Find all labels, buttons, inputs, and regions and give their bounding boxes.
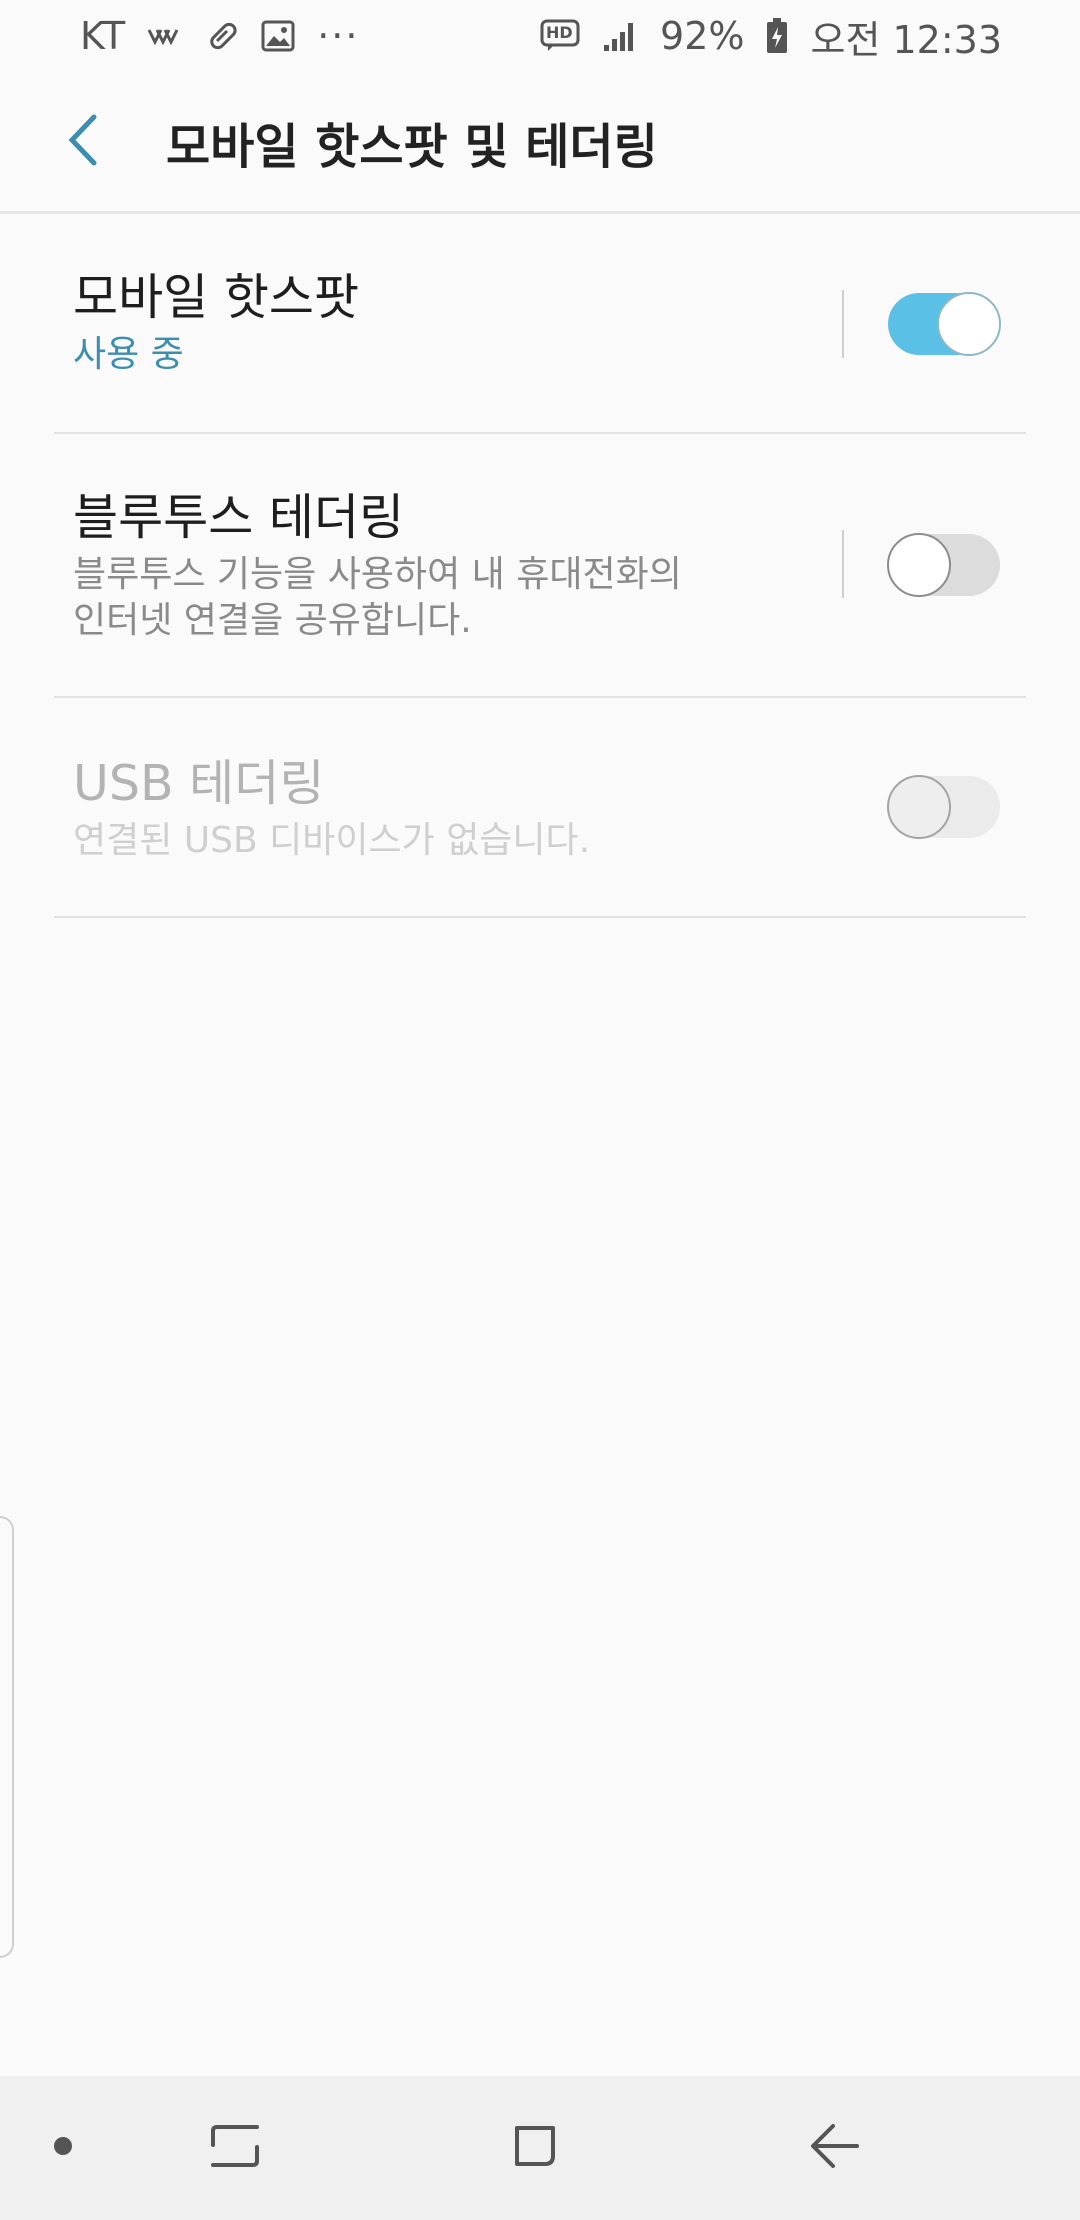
- home-button[interactable]: [480, 2076, 590, 2220]
- status-bar: KT ··· HD 92% 오전 12:33: [0, 0, 1080, 72]
- pill-icon: [205, 19, 239, 53]
- mobile-hotspot-status: 사용 중: [73, 334, 184, 375]
- edge-panel-handle[interactable]: [0, 1516, 14, 1958]
- navigation-bar: [0, 2076, 1080, 2220]
- recents-icon: [207, 2121, 263, 2175]
- wifi-calling-icon: [147, 26, 183, 46]
- status-right: HD 92% 오전 12:33: [540, 9, 1002, 64]
- bluetooth-tethering-toggle[interactable]: [887, 533, 1000, 597]
- usb-tethering-description: 연결된 USB 디바이스가 없습니다.: [73, 820, 591, 861]
- nav-dot-button[interactable]: [30, 2076, 96, 2220]
- row-divider: [842, 530, 844, 598]
- home-icon: [509, 2120, 561, 2176]
- bluetooth-tethering-description: 블루투스 기능을 사용하여 내 휴대전화의 인터넷 연결을 공유합니다.: [73, 552, 1026, 644]
- usb-tethering-row: USB 테더링 연결된 USB 디바이스가 없습니다.: [54, 698, 1026, 918]
- row-divider: [842, 290, 844, 358]
- recents-button[interactable]: [180, 2076, 290, 2220]
- app-bar: 모바일 핫스팟 및 테더링: [0, 72, 1080, 214]
- back-button[interactable]: [38, 97, 128, 187]
- mobile-hotspot-title: 모바일 핫스팟: [73, 269, 360, 326]
- chevron-left-icon: [66, 113, 100, 171]
- mobile-hotspot-row[interactable]: 모바일 핫스팟 사용 중: [54, 216, 1026, 434]
- back-nav-button[interactable]: [780, 2076, 890, 2220]
- back-icon: [807, 2120, 863, 2176]
- bluetooth-tethering-title: 블루투스 테더링: [73, 489, 405, 546]
- bluetooth-tethering-description-line2: 인터넷 연결을 공유합니다.: [73, 600, 472, 641]
- usb-tethering-toggle: [887, 775, 1000, 839]
- page-title: 모바일 핫스팟 및 테더링: [166, 118, 658, 175]
- carrier-label: KT: [80, 14, 126, 58]
- clock: 오전 12:33: [810, 17, 1002, 62]
- mobile-hotspot-toggle[interactable]: [888, 292, 1001, 356]
- status-left: KT ···: [80, 14, 359, 58]
- signal-icon: [602, 19, 638, 53]
- bluetooth-tethering-row[interactable]: 블루투스 테더링 블루투스 기능을 사용하여 내 휴대전화의 인터넷 연결을 공…: [54, 434, 1026, 698]
- usb-tethering-title: USB 테더링: [73, 755, 325, 812]
- battery-percent: 92%: [660, 14, 745, 58]
- hd-badge: HD: [546, 23, 573, 42]
- more-notifications: ···: [317, 14, 360, 58]
- dot-icon: [53, 2136, 73, 2160]
- hd-voice-icon: HD: [540, 19, 580, 53]
- bluetooth-tethering-description-line1: 블루투스 기능을 사용하여 내 휴대전화의: [73, 554, 682, 595]
- settings-list: 모바일 핫스팟 사용 중 블루투스 테더링 블루투스 기능을 사용하여 내 휴대…: [0, 216, 1080, 918]
- battery-charging-icon: [766, 18, 788, 54]
- image-icon: [261, 20, 295, 52]
